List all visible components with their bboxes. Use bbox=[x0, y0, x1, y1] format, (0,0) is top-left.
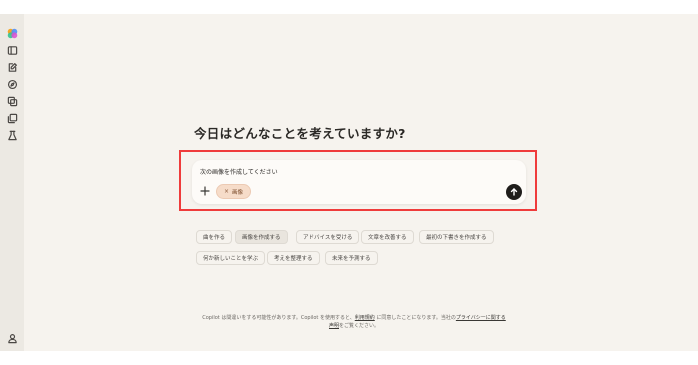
library-icon[interactable] bbox=[5, 94, 19, 108]
discover-icon[interactable] bbox=[5, 77, 19, 91]
chat-composer[interactable]: 次の画像を作成してください × 画像 bbox=[192, 160, 526, 204]
disclaimer-footer: Copilot は間違いをする可能性があります。Copilot を使用すると、利… bbox=[184, 314, 524, 330]
suggestion-create-image[interactable]: 画像を作成する bbox=[235, 230, 288, 244]
labs-icon[interactable] bbox=[5, 128, 19, 142]
terms-link[interactable]: 利用規約 bbox=[355, 315, 375, 321]
page-title: 今日はどんなことを考えていますか? bbox=[194, 126, 406, 141]
new-chat-icon[interactable] bbox=[5, 60, 19, 74]
privacy-link-1[interactable]: プライバシーに関する bbox=[456, 315, 506, 321]
footer-text-2: に同意したことになります。当社の bbox=[374, 315, 456, 321]
composer-input[interactable]: 次の画像を作成してください bbox=[200, 167, 278, 176]
add-attachment-button[interactable] bbox=[199, 185, 211, 197]
chip-label: 画像 bbox=[232, 189, 244, 196]
suggestion-make-song[interactable]: 曲を作る bbox=[196, 230, 233, 244]
privacy-link-2[interactable]: 声明 bbox=[329, 323, 339, 329]
suggestion-learn-new[interactable]: 何か新しいことを学ぶ bbox=[196, 251, 266, 265]
send-button[interactable] bbox=[506, 184, 522, 200]
pages-icon[interactable] bbox=[5, 111, 19, 125]
image-mode-chip[interactable]: × 画像 bbox=[216, 184, 252, 199]
suggestion-get-advice[interactable]: アドバイスを受ける bbox=[296, 230, 360, 244]
copilot-logo-icon[interactable] bbox=[5, 26, 19, 40]
sidebar-toggle-icon[interactable] bbox=[5, 43, 19, 57]
suggestion-first-draft[interactable]: 最初の下書きを作成する bbox=[419, 230, 494, 244]
suggestion-improve-writing[interactable]: 文章を改善する bbox=[361, 230, 414, 244]
close-icon[interactable]: × bbox=[224, 188, 229, 195]
arrow-up-icon bbox=[510, 188, 518, 196]
suggestion-predict-future[interactable]: 未来を予測する bbox=[325, 251, 378, 265]
footer-text-1: Copilot は間違いをする可能性があります。Copilot を使用すると、 bbox=[202, 315, 355, 321]
footer-text-3: をご覧ください。 bbox=[339, 323, 380, 329]
account-icon[interactable] bbox=[5, 331, 19, 345]
suggestion-organize-thoughts[interactable]: 考えを整理する bbox=[267, 251, 320, 265]
plus-icon bbox=[200, 186, 210, 196]
sidebar bbox=[0, 14, 24, 351]
